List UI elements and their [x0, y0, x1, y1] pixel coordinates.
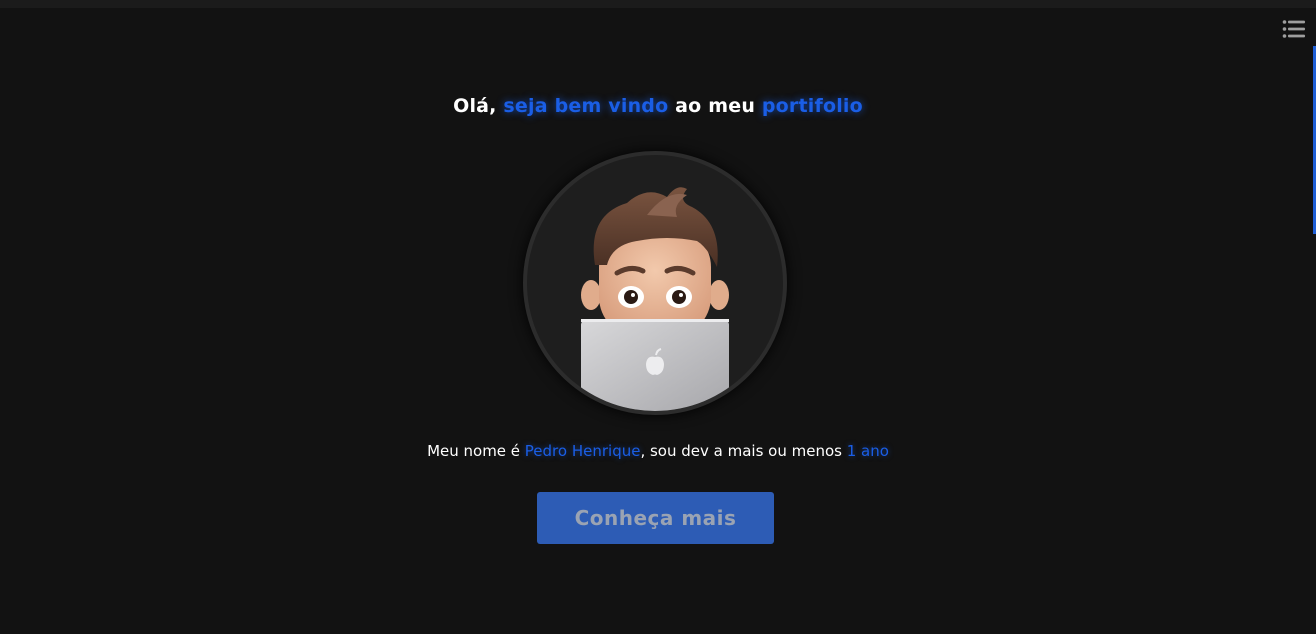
avatar: [523, 151, 787, 415]
list-menu-icon[interactable]: [1282, 18, 1306, 40]
intro-duration: 1 ano: [846, 442, 889, 460]
greeting-highlight-portfolio: portifolio: [761, 95, 863, 117]
intro-text: Meu nome é Pedro Henrique, sou dev a mai…: [0, 442, 1316, 460]
memoji-laptop-icon: [572, 187, 738, 411]
page-title: Olá, seja bem vindo ao meu portifolio: [0, 95, 1316, 117]
learn-more-button[interactable]: Conheça mais: [537, 492, 774, 544]
intro-prefix: Meu nome é: [427, 442, 525, 460]
intro-middle: , sou dev a mais ou menos: [640, 442, 847, 460]
greeting-lead: Olá,: [453, 95, 504, 117]
top-bar: [0, 0, 1316, 8]
greeting-highlight-welcome: seja bem vindo: [503, 95, 669, 117]
intro-name: Pedro Henrique: [524, 442, 641, 460]
greeting-middle: ao meu: [668, 95, 762, 117]
